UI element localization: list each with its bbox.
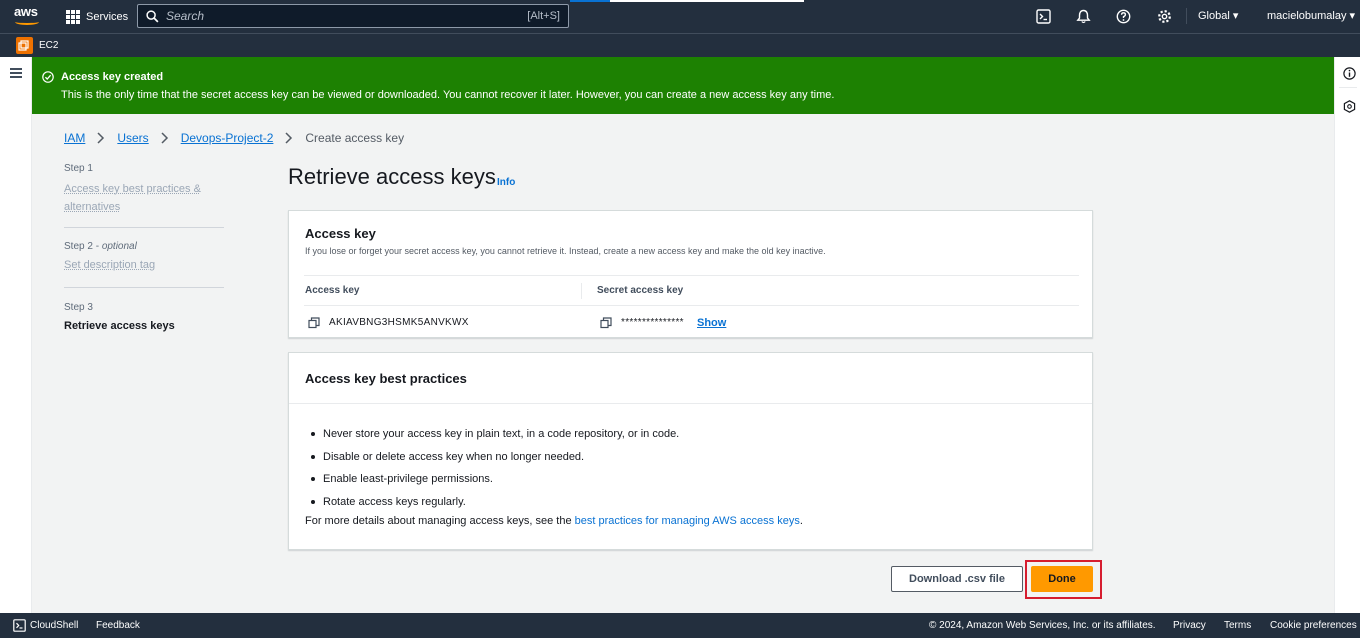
- region-selector[interactable]: Global ▾: [1198, 9, 1238, 22]
- copy-icon[interactable]: [308, 317, 320, 329]
- grid-icon: [66, 10, 80, 24]
- flash-title: Access key created: [61, 71, 164, 83]
- chevron-right-icon: [97, 132, 105, 144]
- cloudshell-icon[interactable]: [1036, 9, 1051, 24]
- flash-message: This is the only time that the secret ac…: [61, 89, 835, 101]
- ec2-shortcut[interactable]: EC2: [39, 40, 58, 51]
- access-key-value: AKIAVBNG3HSMK5ANVKWX: [329, 317, 469, 328]
- page-title: Retrieve access keys: [288, 164, 496, 189]
- cookie-preferences-link[interactable]: Cookie preferences: [1270, 620, 1357, 631]
- download-csv-button[interactable]: Download .csv file: [891, 566, 1023, 592]
- more-details-text: For more details about managing access k…: [305, 515, 803, 527]
- table-header: Access key Secret access key: [304, 275, 1079, 306]
- search-input[interactable]: [166, 8, 526, 24]
- ec2-icon[interactable]: [16, 37, 33, 54]
- best-practices-link[interactable]: best practices for managing AWS access k…: [575, 515, 800, 527]
- settings-icon[interactable]: [1157, 9, 1172, 24]
- column-header-access-key: Access key: [305, 285, 360, 296]
- breadcrumb-user-devops-project-2[interactable]: Devops-Project-2: [181, 131, 274, 145]
- step-1: Step 1 Access key best practices & alter…: [64, 163, 224, 227]
- cloudshell-icon[interactable]: [13, 619, 26, 632]
- check-circle-icon: [42, 71, 54, 83]
- services-label: Services: [86, 11, 129, 23]
- caret-down-icon: ▾: [1232, 10, 1239, 22]
- step-2: Step 2 - optional Set description tag: [64, 228, 224, 287]
- best-practices-heading: Access key best practices: [305, 371, 467, 386]
- services-menu-button[interactable]: Services: [66, 9, 128, 25]
- caret-down-icon: ▾: [1349, 10, 1356, 22]
- info-icon[interactable]: [1343, 67, 1356, 80]
- feedback-link[interactable]: Feedback: [96, 620, 140, 631]
- chevron-right-icon: [161, 132, 168, 144]
- success-flash-banner: Access key created This is the only time…: [32, 57, 1334, 114]
- service-bar: EC2: [0, 33, 1360, 57]
- right-rail: [1334, 57, 1360, 613]
- step-3-current: Retrieve access keys: [64, 320, 175, 332]
- help-icon[interactable]: [1116, 9, 1131, 24]
- list-item: Enable least-privilege permissions.: [305, 468, 679, 491]
- privacy-link[interactable]: Privacy: [1173, 620, 1206, 631]
- access-key-heading: Access key: [305, 226, 376, 241]
- breadcrumb-users[interactable]: Users: [117, 131, 148, 145]
- step-2-link: Set description tag: [64, 259, 156, 271]
- account-menu[interactable]: macielobumalay ▾: [1267, 9, 1355, 22]
- info-link[interactable]: Info: [497, 177, 515, 188]
- hexagon-icon[interactable]: [1343, 100, 1356, 113]
- chevron-right-icon: [285, 132, 293, 144]
- copyright-text: © 2024, Amazon Web Services, Inc. or its…: [929, 620, 1156, 631]
- cloudshell-link[interactable]: CloudShell: [30, 620, 78, 631]
- access-key-container: Access key If you lose or forget your se…: [288, 210, 1093, 338]
- list-item: Never store your access key in plain tex…: [305, 423, 679, 446]
- column-header-secret-key: Secret access key: [597, 285, 684, 296]
- step-3: Step 3 Retrieve access keys: [64, 288, 224, 332]
- top-navigation: aws Services [Alt+S] Global ▾ macielobum…: [0, 0, 1360, 33]
- wizard-steps: Step 1 Access key best practices & alter…: [64, 163, 224, 332]
- left-rail: [0, 57, 32, 613]
- access-key-description: If you lose or forget your secret access…: [305, 246, 826, 256]
- search-box[interactable]: [Alt+S]: [137, 4, 569, 28]
- menu-icon[interactable]: [10, 68, 22, 78]
- search-icon: [146, 10, 159, 23]
- aws-logo[interactable]: aws: [14, 5, 42, 27]
- step-1-link: Access key best practices & alternatives: [64, 183, 201, 213]
- done-button[interactable]: Done: [1031, 566, 1093, 592]
- list-item: Rotate access keys regularly.: [305, 491, 679, 514]
- best-practices-container: Access key best practices Never store yo…: [288, 352, 1093, 550]
- breadcrumb-iam[interactable]: IAM: [64, 131, 85, 145]
- secret-key-value: ***************: [621, 317, 684, 328]
- breadcrumb: IAM Users Devops-Project-2 Create access…: [64, 131, 404, 145]
- breadcrumb-current: Create access key: [305, 131, 405, 145]
- list-item: Disable or delete access key when no lon…: [305, 446, 679, 469]
- bell-icon[interactable]: [1076, 9, 1091, 24]
- best-practices-list: Never store your access key in plain tex…: [305, 423, 679, 513]
- footer: CloudShell Feedback © 2024, Amazon Web S…: [0, 613, 1360, 638]
- search-shortcut: [Alt+S]: [527, 10, 560, 22]
- show-secret-link[interactable]: Show: [697, 317, 726, 329]
- copy-icon[interactable]: [600, 317, 612, 329]
- terms-link[interactable]: Terms: [1224, 620, 1251, 631]
